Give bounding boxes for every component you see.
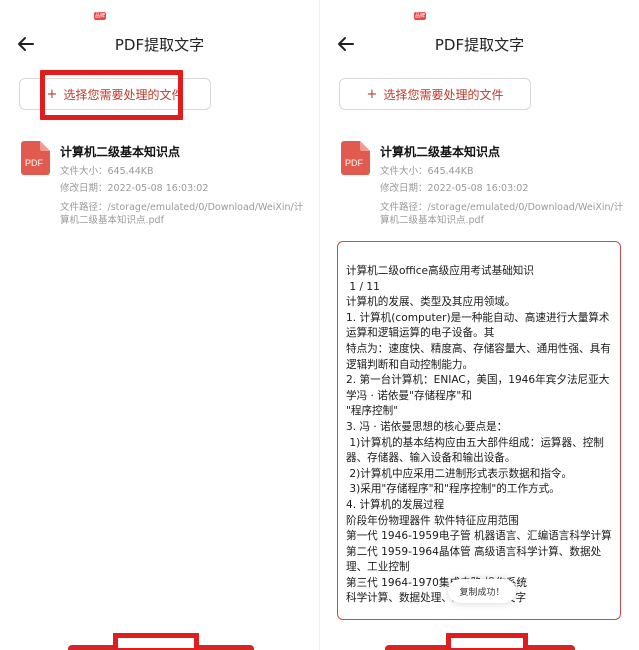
copy-success-toast: 复制成功！ bbox=[448, 579, 516, 603]
file-name: 计算机二级基本知识点 bbox=[380, 145, 501, 159]
file-path: 文件路径：/storage/emulated/0/Download/WeiXin… bbox=[60, 202, 304, 226]
select-file-button[interactable]: + 选择您需要处理的文件 bbox=[19, 78, 211, 110]
status-badge: 品牌 bbox=[94, 12, 106, 20]
select-file-label: 选择您需要处理的文件 bbox=[383, 87, 504, 102]
annotation-highlight-bottom bbox=[446, 633, 528, 650]
right-screen: 品牌 PDF提取文字 + 选择您需要处理的文件 PDF 计算机二级基本知识点 文… bbox=[320, 0, 639, 650]
status-badge: 品牌 bbox=[414, 12, 426, 20]
select-file-button[interactable]: + 选择您需要处理的文件 bbox=[339, 78, 531, 110]
select-file-label: 选择您需要处理的文件 bbox=[63, 87, 184, 102]
annotation-highlight-bottom bbox=[113, 633, 199, 650]
file-size: 文件大小：645.44KB bbox=[380, 166, 474, 177]
page-title: PDF提取文字 bbox=[114, 36, 205, 54]
extracted-text[interactable]: 计算机二级office高级应用考试基础知识 1 / 11 计算机的发展、类型及其… bbox=[346, 264, 614, 607]
pdf-icon-label: PDF bbox=[25, 158, 44, 168]
top-bar: PDF提取文字 bbox=[320, 28, 639, 62]
pdf-file-icon: PDF bbox=[341, 141, 370, 175]
file-modified-date: 修改日期：2022-05-08 16:03:02 bbox=[380, 183, 529, 194]
plus-icon: + bbox=[366, 86, 378, 102]
top-bar: PDF提取文字 bbox=[0, 28, 319, 62]
page-title: PDF提取文字 bbox=[434, 36, 525, 54]
file-name: 计算机二级基本知识点 bbox=[60, 145, 181, 159]
file-size: 文件大小：645.44KB bbox=[60, 166, 154, 177]
pdf-file-icon: PDF bbox=[21, 141, 50, 175]
extracted-text-box[interactable]: 计算机二级office高级应用考试基础知识 1 / 11 计算机的发展、类型及其… bbox=[337, 241, 621, 620]
file-modified-date: 修改日期：2022-05-08 16:03:02 bbox=[60, 183, 209, 194]
left-screen: 品牌 PDF提取文字 + 选择您需要处理的文件 PDF 计算机二级基本知识点 文… bbox=[0, 0, 319, 650]
file-path: 文件路径：/storage/emulated/0/Download/WeiXin… bbox=[380, 202, 624, 226]
pdf-icon-label: PDF bbox=[345, 158, 364, 168]
plus-icon: + bbox=[46, 86, 58, 102]
